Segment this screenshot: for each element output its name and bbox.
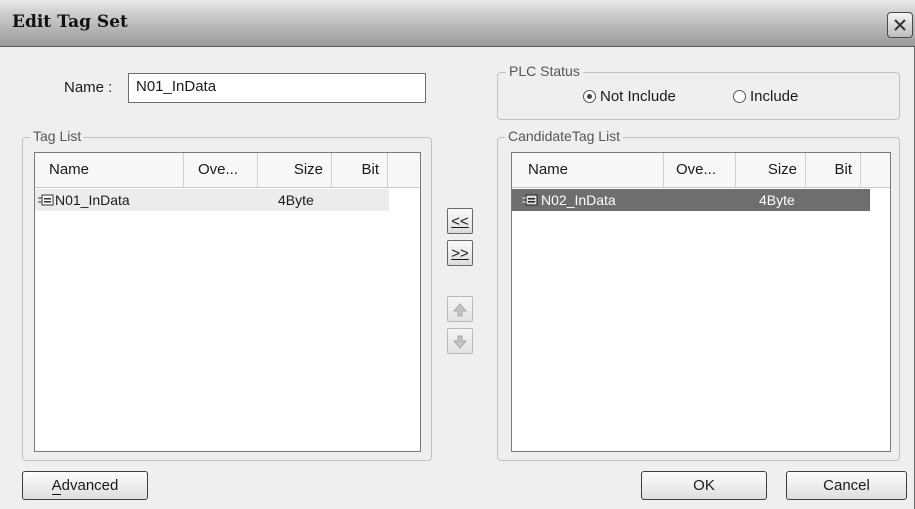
move-to-candidate-button[interactable]: >> — [447, 240, 473, 266]
table-row[interactable]: N01_InData 4Byte — [35, 189, 389, 211]
column-header-name[interactable]: Name — [512, 153, 664, 187]
advanced-button-label: Advanced — [51, 477, 119, 494]
move-up-icon — [452, 303, 468, 317]
plc-status-legend: PLC Status — [506, 63, 583, 79]
row-name: N02_InData — [541, 192, 616, 208]
column-header-size[interactable]: Size — [258, 153, 332, 187]
row-size: 4Byte — [759, 192, 795, 208]
name-label: Name : — [64, 79, 113, 96]
candidate-tag-list-legend: CandidateTag List — [505, 128, 624, 144]
radio-include[interactable]: Include — [733, 88, 798, 105]
table-row[interactable]: N02_InData 4Byte — [512, 189, 870, 211]
tag-list-legend: Tag List — [30, 128, 85, 144]
add-to-tag-list-label: << — [451, 213, 469, 230]
move-down-icon — [452, 335, 468, 349]
title-bar[interactable]: Edit Tag Set — [0, 0, 915, 47]
candidate-list-header: Name Ove... Size Bit — [512, 153, 890, 188]
plc-status-group — [497, 72, 900, 120]
tag-icon — [522, 194, 538, 206]
radio-selected-indicator — [583, 90, 596, 103]
move-up-button[interactable] — [447, 296, 473, 322]
ok-button-label: OK — [693, 477, 715, 494]
tag-list-view[interactable]: Name Ove... Size Bit N01_InData 4Byte — [34, 152, 421, 452]
column-header-bit[interactable]: Bit — [806, 153, 861, 187]
advanced-button[interactable]: Advanced — [22, 471, 148, 500]
close-icon — [894, 19, 906, 31]
move-down-button[interactable] — [447, 328, 473, 354]
cancel-button-label: Cancel — [823, 477, 870, 494]
row-name: N01_InData — [55, 192, 130, 208]
radio-include-label: Include — [750, 88, 799, 105]
edit-tag-set-dialog: Edit Tag Set Name : N01_InData PLC Statu… — [0, 0, 915, 509]
column-header-bit[interactable]: Bit — [332, 153, 388, 187]
column-header-size[interactable]: Size — [736, 153, 806, 187]
radio-not-include[interactable]: Not Include — [583, 88, 676, 105]
close-button[interactable] — [887, 12, 913, 38]
move-to-candidate-label: >> — [451, 245, 469, 262]
candidate-tag-list-view[interactable]: Name Ove... Size Bit N02_InData 4Byte — [511, 152, 891, 452]
name-input[interactable]: N01_InData — [128, 73, 426, 103]
column-header-ove[interactable]: Ove... — [184, 153, 258, 187]
radio-unselected-indicator — [733, 90, 746, 103]
accelerator-underline — [51, 494, 61, 495]
column-header-name[interactable]: Name — [35, 153, 184, 187]
column-header-ove[interactable]: Ove... — [664, 153, 736, 187]
tag-icon — [38, 194, 54, 206]
ok-button[interactable]: OK — [641, 471, 767, 500]
tag-list-header: Name Ove... Size Bit — [35, 153, 420, 188]
radio-not-include-label: Not Include — [600, 88, 676, 105]
window-title: Edit Tag Set — [12, 12, 128, 32]
row-size: 4Byte — [278, 192, 314, 208]
cancel-button[interactable]: Cancel — [786, 471, 907, 500]
add-to-tag-list-button[interactable]: << — [447, 208, 473, 234]
